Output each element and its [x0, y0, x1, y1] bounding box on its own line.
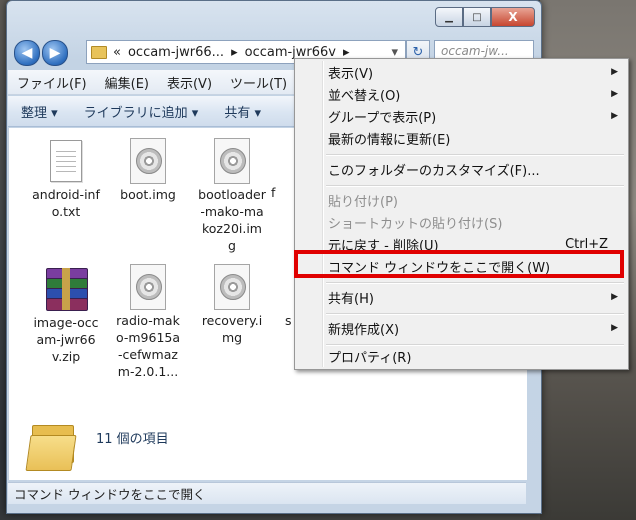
menu-item-sort[interactable]: 並べ替え(O) ▶	[328, 83, 620, 105]
file-item[interactable]: radio-mak o-m9615a -cefwmaz m-2.0.1...	[109, 264, 187, 380]
add-to-library-button[interactable]: ライブラリに追加 ▾	[71, 102, 212, 121]
file-item[interactable]: bootloader -mako-ma koz20i.im g	[193, 138, 271, 254]
file-name: o-m9615a	[115, 330, 181, 345]
menu-item-customize-folder[interactable]: このフォルダーのカスタマイズ(F)...	[328, 158, 620, 180]
maximize-button[interactable]: □	[463, 7, 491, 27]
file-name: radio-mak	[116, 313, 180, 328]
menu-separator	[326, 282, 624, 284]
close-button[interactable]: X	[491, 7, 535, 27]
menu-separator	[326, 185, 624, 187]
organize-button[interactable]: 整理 ▾	[8, 102, 71, 121]
menu-item-group[interactable]: グループで表示(P) ▶	[328, 105, 620, 127]
minimize-button[interactable]: ▁	[435, 7, 463, 27]
disc-image-icon	[130, 264, 166, 310]
submenu-arrow-icon: ▶	[611, 323, 618, 333]
zip-archive-icon	[46, 268, 88, 311]
highlight-box	[294, 250, 624, 278]
forward-button[interactable]: ▶	[42, 40, 68, 66]
file-name: -mako-ma	[200, 204, 264, 219]
disc-image-icon	[214, 264, 250, 310]
file-name: image-occ	[33, 315, 99, 330]
menu-separator	[326, 154, 624, 156]
status-bar: コマンド ウィンドウをここで開く	[8, 482, 526, 504]
file-name: f	[271, 185, 276, 200]
share-button[interactable]: 共有 ▾	[211, 102, 274, 121]
menu-item-properties[interactable]: プロパティ(R)	[328, 345, 620, 367]
file-name: mg	[221, 330, 243, 345]
menu-view[interactable]: 表示(V)	[158, 73, 221, 92]
folder-large-icon	[25, 425, 80, 473]
menu-tools[interactable]: ツール(T)	[221, 73, 296, 92]
menu-item-new[interactable]: 新規作成(X) ▶	[328, 317, 620, 339]
menu-item-share[interactable]: 共有(H) ▶	[328, 286, 620, 308]
file-name: m-2.0.1...	[117, 364, 179, 379]
menu-edit[interactable]: 編集(E)	[96, 73, 158, 92]
submenu-arrow-icon: ▶	[611, 89, 618, 99]
text-file-icon	[50, 140, 82, 182]
submenu-arrow-icon: ▶	[611, 67, 618, 77]
file-item[interactable]: recovery.i mg	[193, 264, 271, 346]
back-button[interactable]: ◀	[14, 40, 40, 66]
file-name: koz20i.im	[201, 221, 262, 236]
menu-item-paste[interactable]: 貼り付け(P)	[328, 189, 620, 211]
disc-image-icon	[130, 138, 166, 184]
file-name: g	[228, 238, 236, 253]
file-item[interactable]: android-inf o.txt	[27, 140, 105, 220]
file-name: recovery.i	[201, 313, 263, 328]
file-item[interactable]: image-occ am-jwr66 v.zip	[27, 268, 105, 365]
menu-item-paste-shortcut[interactable]: ショートカットの貼り付け(S)	[328, 211, 620, 233]
file-name: am-jwr66	[36, 332, 96, 347]
breadcrumb-parent[interactable]: occam-jwr66...	[128, 45, 224, 60]
file-name: -cefwmaz	[118, 347, 178, 362]
menu-item-refresh[interactable]: 最新の情報に更新(E)	[328, 127, 620, 149]
status-text: コマンド ウィンドウをここで開く	[14, 487, 206, 502]
item-count: 11 個の項目	[96, 432, 169, 447]
submenu-arrow-icon: ▶	[611, 111, 618, 121]
menu-file[interactable]: ファイル(F)	[8, 73, 96, 92]
file-name: o.txt	[51, 204, 81, 219]
file-name: android-inf	[32, 187, 100, 202]
context-menu: 表示(V) ▶ 並べ替え(O) ▶ グループで表示(P) ▶ 最新の情報に更新(E) …	[294, 58, 629, 370]
breadcrumb-overflow[interactable]: «	[113, 45, 121, 60]
file-name: bootloader	[198, 187, 266, 202]
menu-item-view[interactable]: 表示(V) ▶	[328, 61, 620, 83]
folder-icon	[91, 45, 107, 59]
caption-buttons: ▁ □ X	[435, 7, 535, 27]
file-name: v.zip	[51, 349, 81, 364]
breadcrumb-separator-icon[interactable]: ▸	[231, 45, 238, 60]
file-item[interactable]: f	[271, 184, 291, 201]
disc-image-icon	[214, 138, 250, 184]
menu-separator	[326, 313, 624, 315]
file-name: boot.img	[120, 187, 176, 202]
submenu-arrow-icon: ▶	[611, 292, 618, 302]
file-item[interactable]: boot.img	[109, 138, 187, 203]
